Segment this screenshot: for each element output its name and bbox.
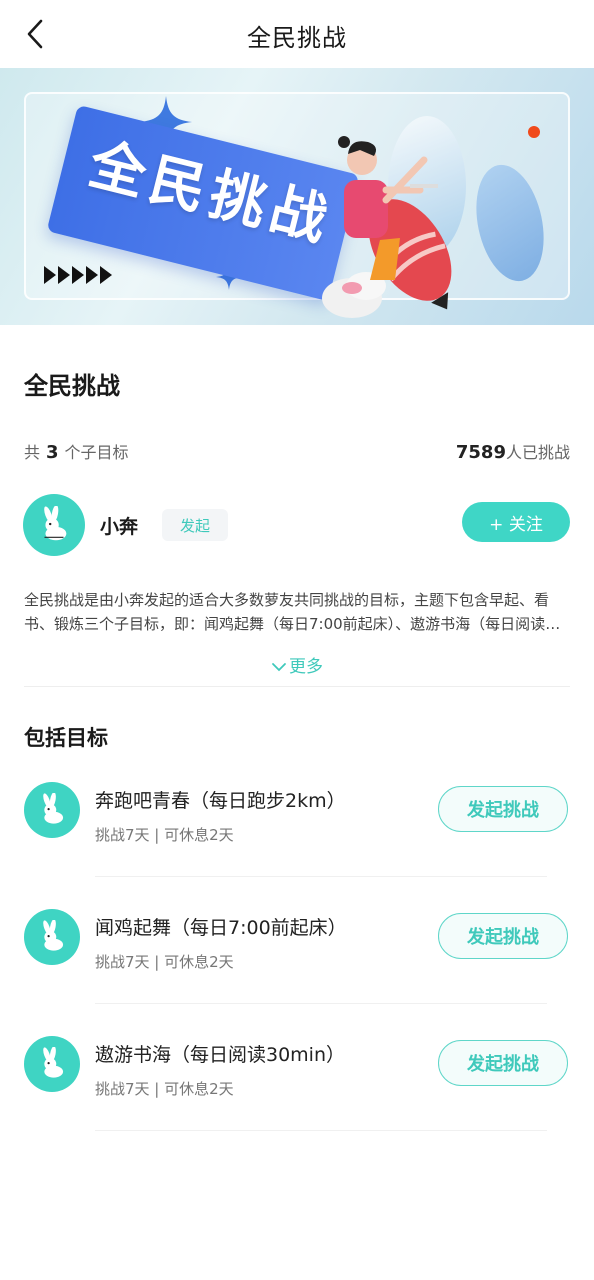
challenge-banner: 全民挑战: [0, 68, 594, 325]
start-challenge-button[interactable]: 发起挑战: [438, 1040, 568, 1086]
follow-button[interactable]: + 关注: [462, 502, 570, 542]
goal-subtitle: 挑战7天 | 可休息2天: [95, 953, 234, 971]
goal-divider: [95, 1130, 547, 1131]
subgoal-count-prefix: 共: [24, 443, 41, 462]
participant-count: 7589人已挑战: [456, 439, 570, 463]
participant-count-number: 7589: [455, 442, 506, 463]
arrows-decor-icon: [44, 266, 112, 284]
rabbit-icon: [43, 920, 64, 951]
top-nav-bar: 全民挑战: [0, 0, 594, 68]
rabbit-icon: [44, 506, 67, 541]
participant-count-suffix: 人已挑战: [505, 443, 570, 462]
goal-divider: [95, 876, 547, 877]
more-button[interactable]: 更多: [0, 652, 594, 677]
rabbit-icon: [43, 1047, 64, 1078]
banner-decor-dot: [528, 126, 540, 138]
chevron-down-icon: [272, 663, 286, 672]
more-label: 更多: [289, 657, 323, 677]
goal-item[interactable]: 闻鸡起舞（每日7:00前起床） 挑战7天 | 可休息2天 发起挑战: [0, 909, 594, 1037]
challenge-title: 全民挑战: [24, 372, 120, 400]
goal-avatar: [24, 782, 80, 838]
goal-title: 遨游书海（每日阅读30min）: [95, 1044, 346, 1066]
goal-subtitle: 挑战7天 | 可休息2天: [95, 1080, 234, 1098]
goal-item[interactable]: 遨游书海（每日阅读30min） 挑战7天 | 可休息2天 发起挑战: [0, 1036, 594, 1164]
creator-tag: 发起: [162, 509, 228, 541]
goal-item[interactable]: 奔跑吧青春（每日跑步2km） 挑战7天 | 可休息2天 发起挑战: [0, 782, 594, 910]
rocket-rider-illustration: [322, 136, 452, 318]
subgoal-count-number: 3: [46, 442, 59, 463]
subgoal-count: 共 3 个子目标: [24, 439, 129, 463]
creator-avatar[interactable]: [23, 494, 85, 556]
subgoal-count-suffix: 个子目标: [64, 443, 129, 462]
goal-divider: [95, 1003, 547, 1004]
rabbit-icon: [43, 793, 64, 824]
goal-avatar: [24, 1036, 80, 1092]
challenge-description: 全民挑战是由小奔发起的适合大多数萝友共同挑战的目标，主题下包含早起、看书、锻炼三…: [24, 591, 550, 633]
goal-title: 奔跑吧青春（每日跑步2km）: [95, 790, 346, 812]
section-divider: [24, 686, 570, 687]
start-challenge-button[interactable]: 发起挑战: [438, 913, 568, 959]
goal-subtitle: 挑战7天 | 可休息2天: [95, 826, 234, 844]
goal-title: 闻鸡起舞（每日7:00前起床）: [95, 917, 347, 939]
goal-avatar: [24, 909, 80, 965]
start-challenge-button[interactable]: 发起挑战: [438, 786, 568, 832]
creator-name[interactable]: 小奔: [100, 512, 138, 539]
page-title: 全民挑战: [247, 24, 347, 52]
goals-section-title: 包括目标: [24, 726, 108, 750]
